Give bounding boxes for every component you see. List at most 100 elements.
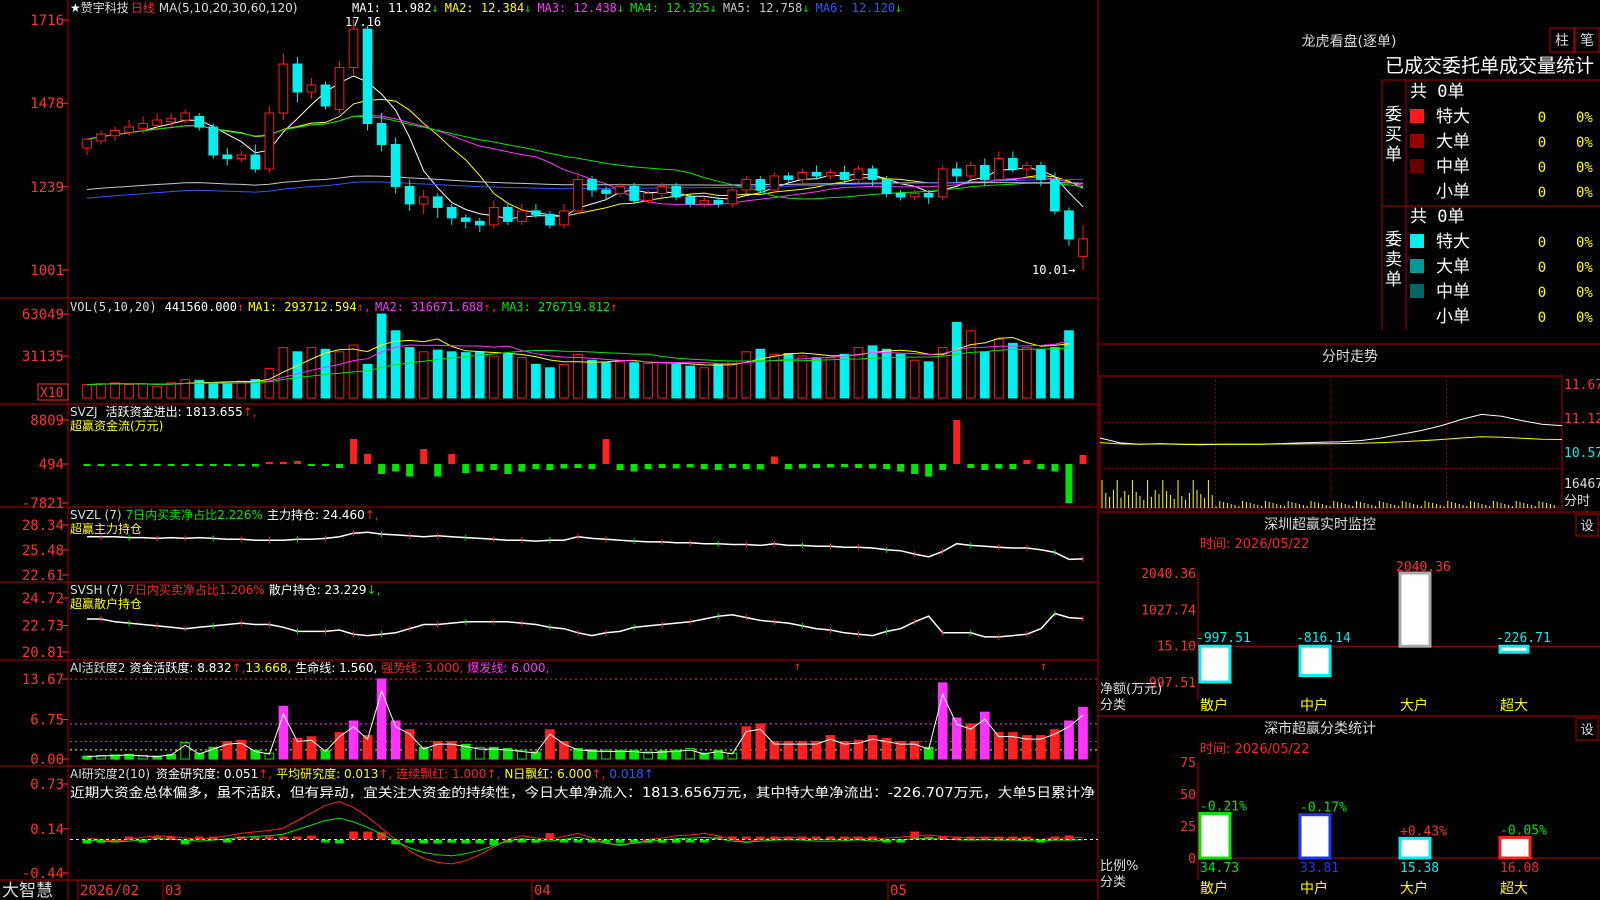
svzj-bar bbox=[658, 464, 666, 468]
svzj-bar bbox=[195, 464, 203, 466]
sell-side-label: 卖 bbox=[1385, 250, 1402, 270]
candle-body bbox=[390, 143, 401, 187]
svzj-bar bbox=[953, 420, 961, 464]
sell-row-name: 小单 bbox=[1436, 307, 1470, 327]
vol-bar bbox=[334, 351, 345, 399]
candle-body bbox=[306, 84, 317, 93]
candle-body bbox=[1078, 238, 1088, 257]
longhu-header: 已成交委托单成交量统计 bbox=[1385, 55, 1594, 77]
cls-settings-label[interactable]: 设 bbox=[1580, 723, 1593, 738]
svzj-axis-label: 494 bbox=[39, 457, 64, 473]
vol-bar bbox=[559, 363, 569, 399]
date-label: 03 bbox=[165, 883, 182, 899]
vol-bar bbox=[839, 353, 850, 399]
vol-bar bbox=[573, 353, 583, 399]
candle-body bbox=[881, 178, 892, 194]
sell-side-label: 委 bbox=[1385, 230, 1402, 250]
candle-body bbox=[376, 122, 387, 145]
cls-change-label: -0.17% bbox=[1300, 801, 1347, 816]
svzj-bar bbox=[798, 464, 806, 469]
svzj-bar bbox=[378, 464, 386, 474]
vol-bar bbox=[96, 383, 106, 399]
vol-bar bbox=[418, 351, 429, 399]
candle-body bbox=[601, 189, 611, 194]
candle-body bbox=[769, 175, 780, 191]
buy-row-count: 0 bbox=[1538, 135, 1546, 151]
candle-body bbox=[825, 171, 836, 177]
svzj-bar bbox=[869, 464, 877, 469]
cls-axis-label: 50 bbox=[1180, 788, 1196, 803]
candle-body bbox=[152, 119, 163, 126]
ma-legend-item: MA6: 12.120 bbox=[816, 1, 895, 15]
vol-bar bbox=[629, 362, 639, 399]
svzj-bar bbox=[153, 464, 161, 466]
sell-row-name: 特大 bbox=[1436, 232, 1470, 252]
svzj-bar bbox=[392, 464, 400, 472]
svzj-bar bbox=[111, 464, 119, 466]
candle-body bbox=[531, 210, 541, 215]
svzl-axis-label: 28.34 bbox=[22, 518, 64, 534]
sell-row-count: 0 bbox=[1538, 310, 1546, 326]
buy-color-swatch bbox=[1410, 159, 1424, 173]
vol-bar bbox=[755, 348, 766, 399]
candle-body bbox=[671, 185, 682, 198]
svzj-bar bbox=[181, 464, 189, 466]
svzj-bar bbox=[967, 464, 975, 468]
svsh-header: SVSH (7) 7日内买卖净占比1.206% 散户持仓: 23.229↓, bbox=[70, 582, 380, 597]
vol-bar bbox=[685, 365, 696, 399]
sz-bar-value: -997.51 bbox=[1196, 631, 1251, 646]
vol-bar bbox=[474, 351, 485, 399]
candle-body bbox=[474, 220, 485, 226]
vol-bar bbox=[208, 382, 219, 399]
svzj-bar bbox=[350, 439, 358, 464]
svzj-bar bbox=[1009, 464, 1017, 469]
vol-bar bbox=[951, 321, 962, 399]
sz-xlabel: 分类 bbox=[1100, 698, 1126, 713]
sz-monitor-settings-label[interactable]: 设 bbox=[1580, 519, 1593, 534]
candle-body bbox=[334, 67, 345, 111]
bar-mode-label[interactable]: 柱 bbox=[1555, 33, 1569, 49]
buy-color-swatch bbox=[1410, 134, 1424, 148]
candle-body bbox=[166, 117, 177, 123]
ma-legend-arrow: ↓ bbox=[524, 1, 531, 15]
svzj-bar bbox=[1051, 464, 1059, 472]
vol-bar bbox=[699, 367, 710, 399]
cls-change-label: -0.21% bbox=[1200, 800, 1247, 815]
vol-bar bbox=[895, 353, 906, 399]
ma-legend-arrow: ↓ bbox=[431, 1, 438, 15]
svzj-bar bbox=[602, 439, 610, 464]
buy-row-count: 0 bbox=[1538, 110, 1546, 126]
price-axis-label: 1001 bbox=[30, 263, 64, 279]
svzj-bar bbox=[406, 464, 414, 477]
candle-body bbox=[867, 168, 878, 180]
cls-time: 时间: 2026/05/22 bbox=[1200, 742, 1309, 757]
cls-category-label: 散户 bbox=[1200, 880, 1228, 897]
svzj-bar bbox=[911, 464, 919, 474]
cls-bar bbox=[1198, 812, 1232, 860]
vol-bar bbox=[152, 385, 163, 399]
vol-bar bbox=[615, 361, 625, 399]
svzj-bar bbox=[490, 464, 498, 470]
svzj-bar bbox=[532, 464, 540, 469]
svzj-bar bbox=[897, 464, 905, 472]
sz-bar bbox=[1398, 571, 1432, 648]
sz-category-label: 散户 bbox=[1200, 697, 1228, 714]
sell-row-name: 中单 bbox=[1436, 282, 1470, 302]
candle-body bbox=[615, 185, 625, 194]
vol-bar bbox=[965, 330, 976, 399]
vol-bar bbox=[138, 383, 148, 399]
ma-legend-arrow: ↓ bbox=[895, 1, 902, 15]
svzj-bar bbox=[770, 456, 778, 464]
vol-bar bbox=[601, 362, 611, 399]
svzj-bar bbox=[925, 464, 933, 477]
ai-res-bar bbox=[307, 835, 316, 840]
svzj-bar bbox=[279, 462, 287, 464]
tick-mode-label[interactable]: 笔 bbox=[1580, 33, 1594, 49]
sz-axis-label: 1027.74 bbox=[1141, 603, 1196, 618]
sell-row-pct: 0% bbox=[1576, 310, 1593, 326]
vol-bar bbox=[180, 379, 191, 399]
svzj-name: 超赢资金流(万元) bbox=[70, 418, 163, 433]
fenshi-vol-unit: 分时 bbox=[1564, 494, 1590, 509]
cls-axis-label: 0 bbox=[1188, 852, 1196, 867]
svsh-axis-label: 24.72 bbox=[22, 591, 64, 607]
